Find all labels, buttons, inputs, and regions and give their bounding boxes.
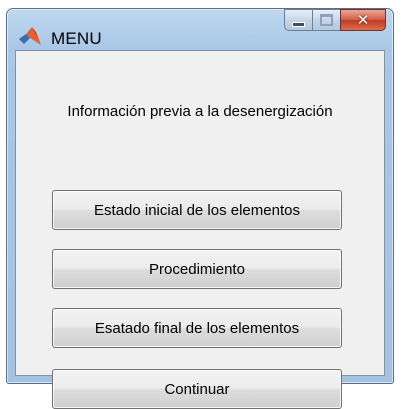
continue-button[interactable]: Continuar (52, 369, 342, 409)
menu-window: MENU ✕ Información previa a la desenergi… (6, 8, 394, 409)
window-title: MENU (51, 29, 102, 48)
maximize-button[interactable] (312, 9, 340, 31)
window-controls: ✕ (284, 9, 386, 33)
menu-panel: Información previa a la desenergización … (15, 50, 385, 409)
info-label: Información previa a la desenergización (67, 103, 333, 120)
maximize-icon (320, 14, 333, 26)
close-icon: ✕ (356, 10, 370, 29)
final-state-button[interactable]: Esatado final de los elementos (52, 308, 342, 348)
initial-state-button[interactable]: Estado inicial de los elementos (52, 190, 342, 230)
minimize-button[interactable] (284, 9, 312, 31)
matlab-logo-icon (19, 27, 41, 45)
procedure-button[interactable]: Procedimiento (52, 249, 342, 289)
close-button[interactable]: ✕ (340, 9, 386, 31)
minimize-icon (292, 21, 305, 27)
